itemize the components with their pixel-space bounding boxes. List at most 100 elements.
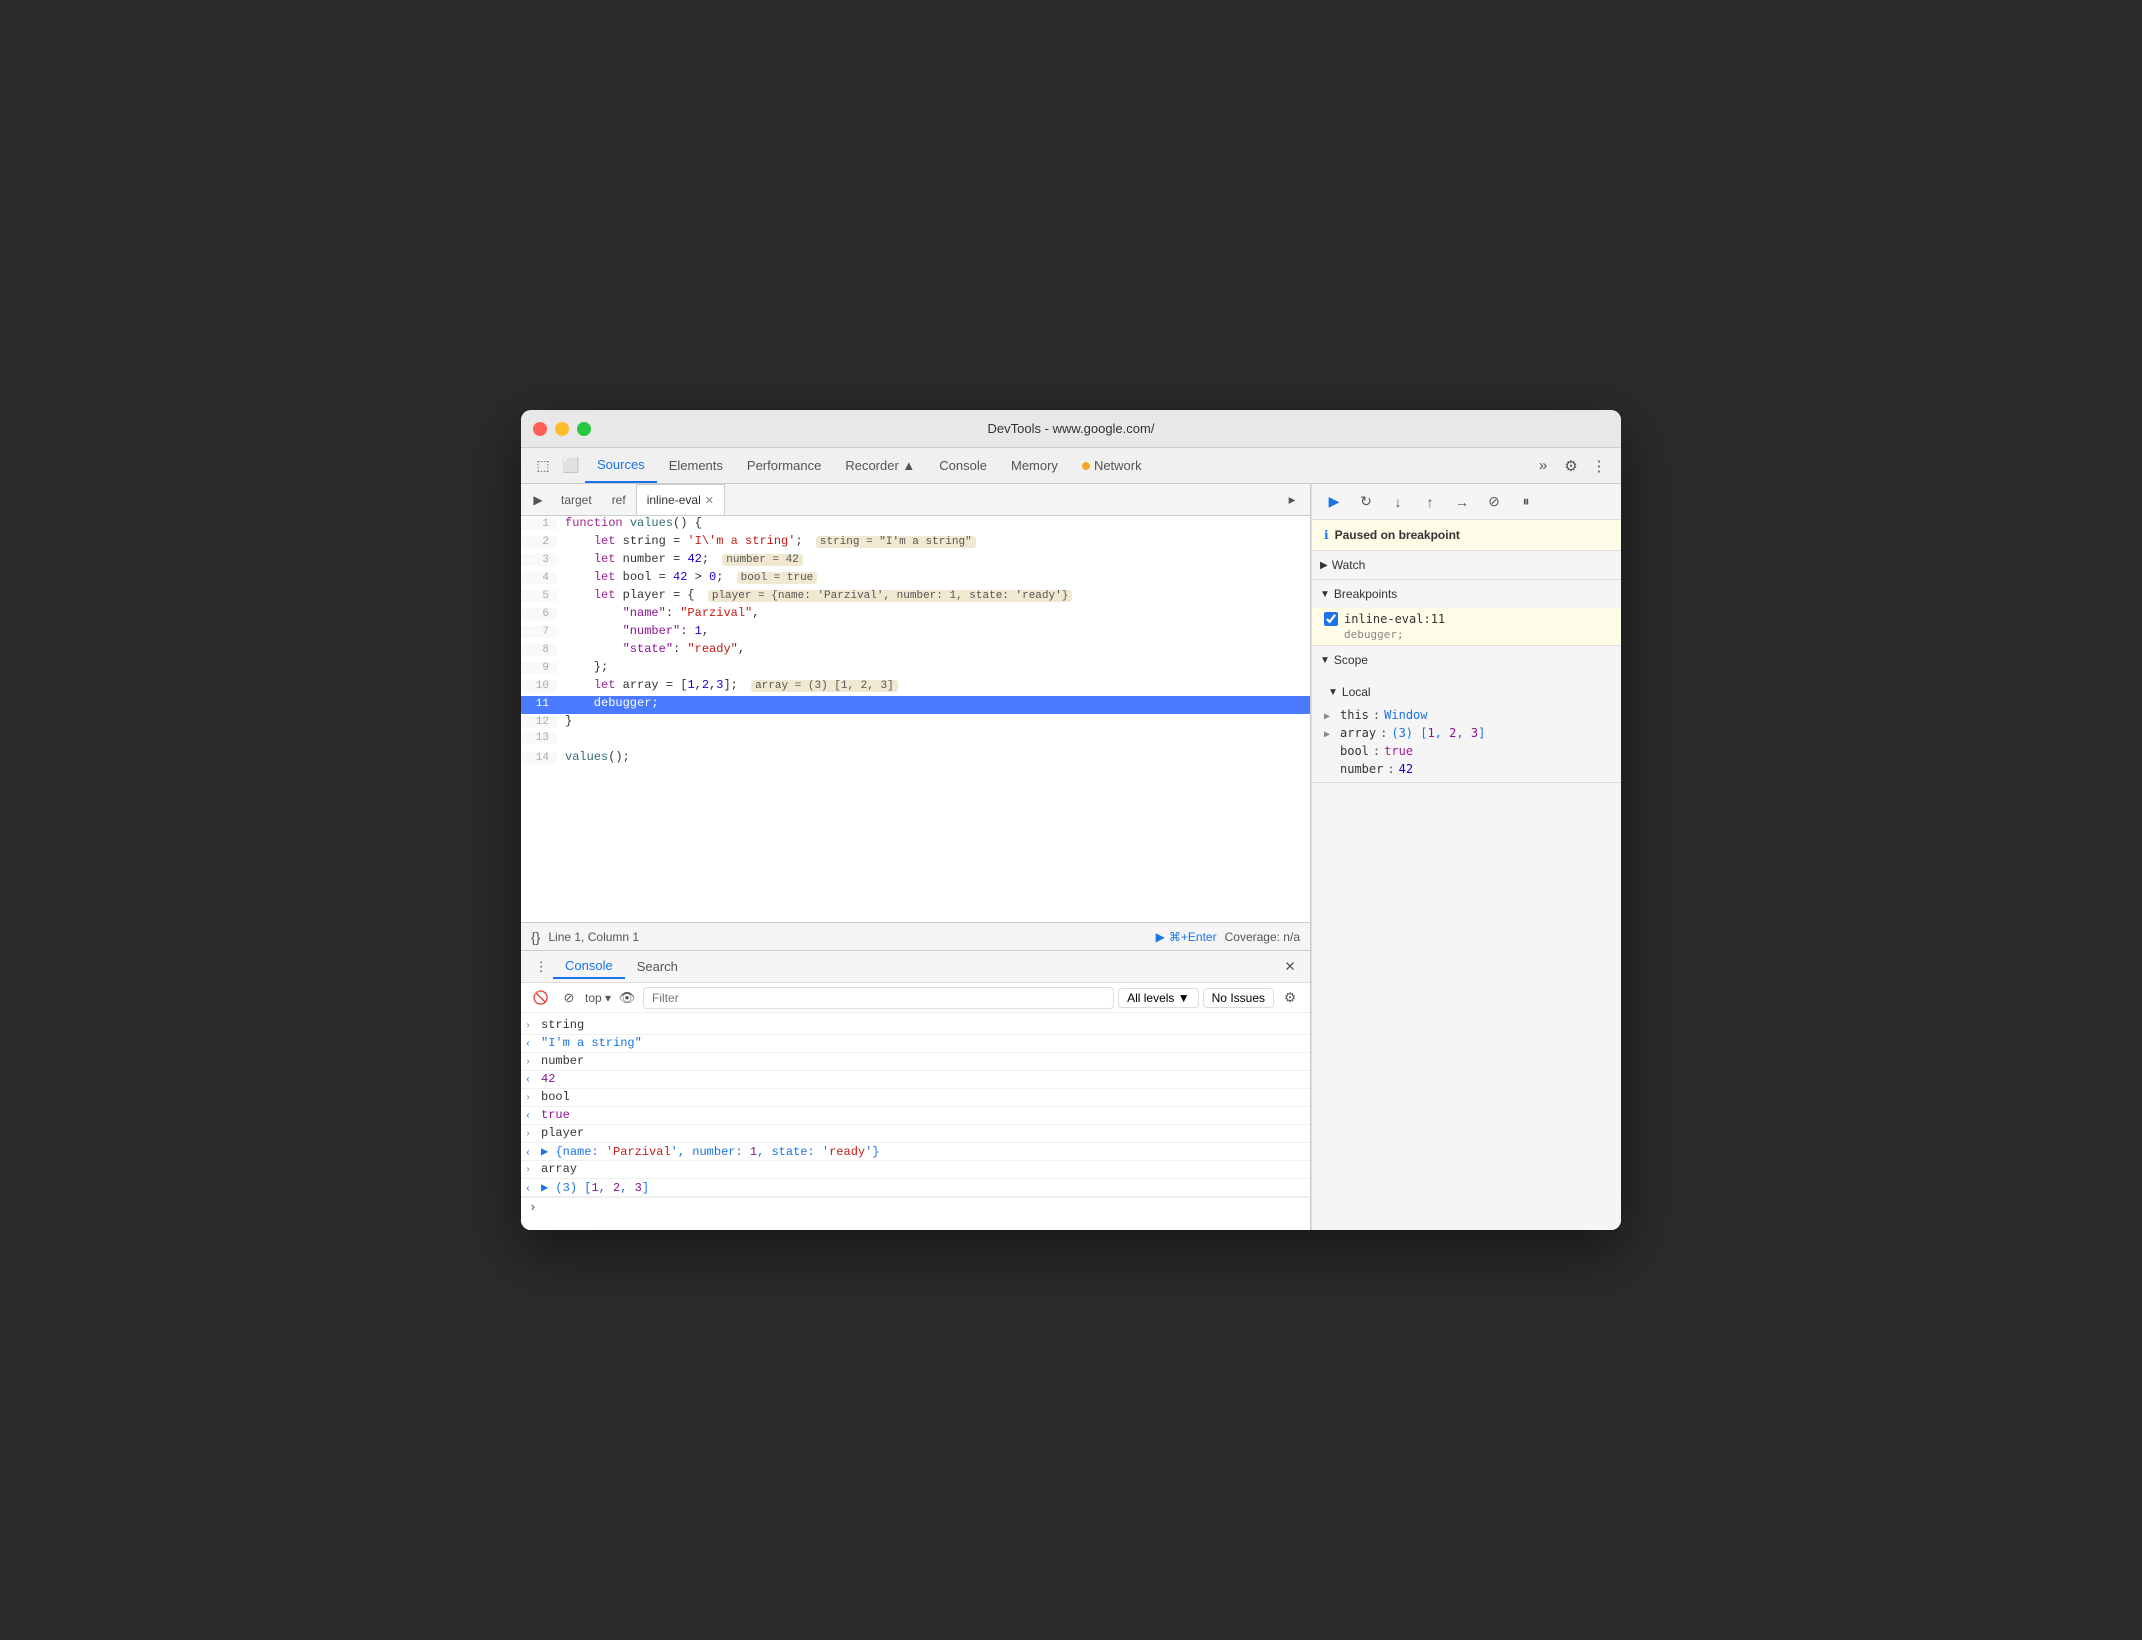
deactivate-breakpoints-button[interactable]: ⊘ [1480,488,1508,516]
sources-panel: ▶ target ref inline-eval ✕ ▸ 1 [521,484,1311,1230]
warning-dot-icon [1082,462,1090,470]
file-tabs-bar: ▶ target ref inline-eval ✕ ▸ [521,484,1310,516]
expand-icon[interactable]: › [525,1165,541,1176]
console-row-array-output: ‹ ▶ (3) [1, 2, 3] [521,1179,1310,1197]
console-tabs-bar: ⋮ Console Search ✕ [521,951,1310,983]
pause-on-exceptions-button[interactable]: ⏸ [1512,488,1540,516]
settings-button[interactable]: ⚙ [1557,452,1585,480]
code-line-4: 4 let bool = 42 > 0; bool = true [521,570,1310,588]
select-element-icon[interactable]: ⬚ [529,452,557,480]
chevron-down-icon: ▼ [1320,589,1330,600]
return-arrow-icon: ‹ [525,1148,541,1159]
expand-icon[interactable]: › [525,1021,541,1032]
more-tabs-button[interactable]: » [1529,452,1557,480]
tab-memory[interactable]: Memory [999,448,1070,483]
step-button[interactable]: → [1448,488,1476,516]
code-editor[interactable]: 1 function values() { 2 let string = 'I\… [521,516,1310,922]
live-expressions-button[interactable]: 👁 [615,986,639,1010]
code-line-13: 13 [521,732,1310,750]
code-line-9: 9 }; [521,660,1310,678]
titlebar: DevTools - www.google.com/ [521,410,1621,448]
clear-console-button[interactable]: 🚫 [529,986,553,1010]
tab-performance[interactable]: Performance [735,448,833,483]
more-files-button[interactable]: ▸ [1278,486,1306,514]
local-scope-label: Local [1342,685,1371,699]
file-tab-target[interactable]: target [551,484,602,515]
close-drawer-button[interactable]: ✕ [1278,955,1302,979]
console-input[interactable] [541,1201,1302,1215]
expand-icon[interactable]: › [525,1129,541,1140]
return-arrow-icon: ‹ [525,1184,541,1195]
chevron-down-icon: ▼ [1320,655,1330,666]
console-row-number-output: ‹ 42 [521,1071,1310,1089]
tab-sources[interactable]: Sources [585,448,657,483]
breakpoint-code: debugger; [1324,628,1609,641]
breakpoint-checkbox[interactable] [1324,612,1338,626]
sources-sidebar-toggle[interactable]: ▶ [525,487,551,513]
chevron-down-icon: ▼ [1328,687,1338,698]
close-button[interactable] [533,422,547,436]
step-into-button[interactable]: ↓ [1384,488,1412,516]
console-settings-button[interactable]: ⚙ [1278,986,1302,1010]
watch-header[interactable]: ▶ Watch [1312,551,1621,579]
issues-button[interactable]: No Issues [1203,988,1274,1008]
console-output: › string ‹ "I'm a string" › number ‹ 42 [521,1013,1310,1230]
chevron-right-icon: ▶ [1320,560,1328,571]
console-row-string-output: ‹ "I'm a string" [521,1035,1310,1053]
tab-elements[interactable]: Elements [657,448,735,483]
console-row-player-output: ‹ ▶ {name: 'Parzival', number: 1, state:… [521,1143,1310,1161]
more-options-button[interactable]: ⋮ [1585,452,1613,480]
breakpoint-location: inline-eval:11 [1344,612,1445,626]
breakpoints-label: Breakpoints [1334,587,1397,601]
devtools-window: DevTools - www.google.com/ ⬚ ⬜ Sources E… [521,410,1621,1230]
console-panel: ⋮ Console Search ✕ 🚫 ⊘ top ▾ 👁 All level… [521,950,1310,1230]
run-snippet-button[interactable]: ▶ ⌘+Enter [1156,930,1217,944]
code-line-10: 10 let array = [1,2,3]; array = (3) [1, … [521,678,1310,696]
right-panel: ▶ ↻ ↓ ↑ → ⊘ ⏸ ℹ Paused on breakpoint ▶ W… [1311,484,1621,1230]
step-out-button[interactable]: ↑ [1416,488,1444,516]
expand-icon[interactable]: › [525,1057,541,1068]
tab-recorder[interactable]: Recorder ▲ [833,448,927,483]
close-tab-icon[interactable]: ✕ [705,494,714,507]
scope-content: ▼ Local ▶ this : Window ▶ array : (3) [1… [1312,674,1621,782]
scope-item-array: ▶ array : (3) [1, 2, 3] [1312,724,1621,742]
scope-item-number: ▶ number : 42 [1312,760,1621,778]
format-icon[interactable]: {} [531,929,540,945]
console-menu-button[interactable]: ⋮ [529,955,553,979]
return-arrow-icon: ‹ [525,1075,541,1086]
minimize-button[interactable] [555,422,569,436]
console-filter-input[interactable] [643,987,1114,1009]
return-arrow-icon: ‹ [525,1111,541,1122]
tab-network[interactable]: Network [1070,448,1154,483]
console-prompt-icon: › [529,1200,537,1215]
debugger-toolbar: ▶ ↻ ↓ ↑ → ⊘ ⏸ [1312,484,1621,520]
watch-section: ▶ Watch [1312,551,1621,580]
resume-button[interactable]: ▶ [1320,488,1348,516]
file-tab-ref[interactable]: ref [602,484,636,515]
step-over-button[interactable]: ↻ [1352,488,1380,516]
code-line-6: 6 "name": "Parzival", [521,606,1310,624]
breakpoints-header[interactable]: ▼ Breakpoints [1312,580,1621,608]
expand-icon[interactable]: › [525,1093,541,1104]
expand-icon[interactable]: ▶ [1324,729,1336,740]
tab-search-drawer[interactable]: Search [625,955,690,978]
cursor-position: Line 1, Column 1 [548,930,639,944]
maximize-button[interactable] [577,422,591,436]
local-scope-header[interactable]: ▼ Local [1312,678,1621,706]
info-icon: ℹ [1324,528,1329,542]
breakpoints-section: ▼ Breakpoints inline-eval:11 debugger; [1312,580,1621,646]
console-filter-button[interactable]: ⊘ [557,986,581,1010]
scope-label: Scope [1334,653,1368,667]
log-levels-button[interactable]: All levels ▼ [1118,988,1199,1008]
watch-label: Watch [1332,558,1366,572]
device-toolbar-icon[interactable]: ⬜ [557,452,585,480]
tab-console[interactable]: Console [927,448,999,483]
console-input-row: › [521,1197,1310,1217]
top-context-selector[interactable]: top ▾ [585,991,611,1005]
code-line-8: 8 "state": "ready", [521,642,1310,660]
expand-icon[interactable]: ▶ [1324,711,1336,722]
scope-header[interactable]: ▼ Scope [1312,646,1621,674]
tab-console-drawer[interactable]: Console [553,954,625,979]
file-tab-inline-eval[interactable]: inline-eval ✕ [636,484,725,515]
breakpoint-item-1: inline-eval:11 debugger; [1312,608,1621,645]
